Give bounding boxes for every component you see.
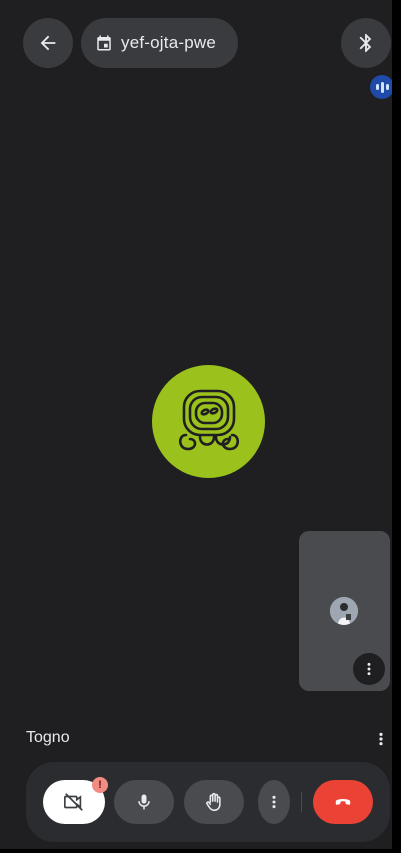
calendar-icon	[97, 35, 111, 51]
self-avatar	[330, 597, 358, 625]
self-view-tile[interactable]	[299, 531, 390, 691]
person-icon	[330, 597, 358, 625]
self-view-more-button[interactable]	[353, 653, 385, 685]
end-call-icon	[335, 799, 351, 805]
camera-alert-badge: !	[92, 777, 108, 793]
participant-more-button[interactable]	[370, 726, 392, 752]
end-call-button[interactable]	[313, 780, 373, 824]
screen-edge-bottom	[0, 849, 401, 853]
call-controls-bar: !	[26, 762, 390, 842]
more-options-button[interactable]	[258, 780, 290, 824]
meeting-info-button[interactable]: yef-ojta-pwe	[81, 18, 238, 68]
controls-divider	[301, 792, 302, 812]
participant-name: Togno	[26, 729, 70, 746]
microphone-button[interactable]	[114, 780, 174, 824]
audio-output-button[interactable]	[341, 18, 391, 68]
more-vert-icon	[367, 662, 371, 676]
screen-edge	[392, 0, 401, 853]
raise-hand-button[interactable]	[184, 780, 244, 824]
meeting-code: yef-ojta-pwe	[121, 33, 216, 52]
more-vert-icon	[379, 732, 383, 746]
microphone-icon	[138, 794, 150, 810]
bluetooth-icon	[359, 33, 372, 53]
audio-level-icon	[370, 75, 394, 99]
arrow-left-icon	[40, 35, 56, 51]
back-button[interactable]	[23, 18, 73, 68]
camera-off-icon	[64, 793, 83, 811]
meet-call-screen: yef-ojta-pwe Togno !	[0, 0, 401, 853]
glyph-logo-icon	[178, 389, 239, 450]
more-vert-icon	[272, 795, 276, 809]
hand-icon	[206, 792, 221, 812]
participant-avatar	[152, 365, 265, 478]
